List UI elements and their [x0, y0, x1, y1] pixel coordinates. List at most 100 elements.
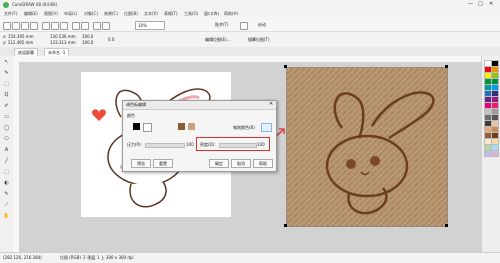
tool-icon[interactable]: ✐ — [3, 103, 10, 109]
cancel-button-label: 取消 — [237, 161, 245, 166]
menu-item[interactable]: 布局(L) — [64, 11, 77, 17]
sketch-bunny — [287, 68, 447, 226]
menu-item[interactable]: 表格(T) — [164, 11, 178, 17]
tool-icon[interactable]: ⬠ — [3, 136, 10, 142]
y-position-field[interactable]: y: 112.495 mm — [3, 40, 33, 45]
zoom-select[interactable]: 10% — [135, 21, 165, 30]
import-icon[interactable] — [93, 22, 101, 30]
pressure-value[interactable]: 100 — [186, 142, 194, 147]
tool-icon[interactable]: ✋ — [3, 213, 10, 219]
redo-icon[interactable] — [81, 22, 89, 30]
color-swatch-black[interactable] — [133, 123, 140, 130]
tool-icon[interactable]: Q — [3, 92, 10, 98]
object-info: 位图 (RGB) 于 图层 1 上 300 x 300 dpi — [60, 255, 134, 260]
palette-swatch[interactable] — [491, 150, 499, 157]
help-button[interactable]: 帮助 — [253, 159, 273, 168]
tool-icon[interactable]: ✎ — [3, 70, 10, 76]
cursor-coordinates: (282.126, 216.384) — [3, 255, 42, 260]
open-icon[interactable] — [12, 22, 20, 30]
menu-item[interactable]: 效果(C) — [104, 11, 118, 17]
menu-item[interactable]: 窗口(W) — [204, 11, 219, 17]
save-icon[interactable] — [21, 22, 29, 30]
color-swatch-white[interactable] — [143, 123, 152, 132]
help-button-label: 帮助 — [259, 161, 267, 166]
tab-welcome-label: 欢迎屏幕 — [18, 50, 34, 55]
menu-item[interactable]: 对象(C) — [84, 11, 98, 17]
menu-item[interactable]: 视图(V) — [44, 11, 58, 17]
color-picker-button[interactable] — [261, 123, 272, 132]
export-icon[interactable] — [102, 22, 110, 30]
preview-button-label: 预览 — [137, 161, 145, 166]
maximize-button[interactable]: □ — [478, 1, 483, 7]
ok-button-label: 确定 — [215, 161, 223, 166]
width-field[interactable]: 130.536 mm — [50, 34, 76, 39]
menu-item[interactable]: 文本(X) — [144, 11, 158, 17]
tool-icon[interactable]: ▭ — [3, 114, 10, 120]
status-bar: (282.126, 216.384) 位图 (RGB) 于 图层 1 上 300… — [0, 252, 500, 263]
brush-color-label: 笔刷颜色(B) — [233, 125, 255, 130]
print-icon[interactable] — [30, 22, 38, 30]
tool-icon[interactable]: ◐ — [3, 180, 10, 186]
trace-bitmap-button[interactable]: 描摹位图(T) — [248, 37, 270, 43]
menu-item[interactable]: 编辑(E) — [24, 11, 38, 17]
undo-icon[interactable] — [72, 22, 80, 30]
selection-handle[interactable] — [284, 224, 287, 227]
reset-button-label: 重置 — [159, 161, 167, 166]
sketched-bitmap[interactable] — [284, 65, 448, 227]
pressure-label: 压力(P): — [127, 142, 142, 147]
paste-icon[interactable] — [60, 22, 68, 30]
preview-button[interactable]: 预览 — [131, 159, 151, 168]
close-button[interactable]: ✕ — [489, 1, 493, 7]
scale-height-field[interactable]: 100.0 — [82, 40, 93, 45]
new-document-icon[interactable] — [3, 22, 11, 30]
property-bar: x: 154.395 mm y: 112.495 mm 130.536 mm 1… — [0, 32, 500, 48]
app-logo-icon — [3, 2, 9, 8]
density-slider[interactable] — [219, 143, 257, 148]
dialog-title-bar: 调色板编辑 ✕ — [123, 101, 276, 110]
brush-dialog: 调色板编辑 ✕ 颜色 笔刷颜色(B) 压力(P): 100 密度(D): 100… — [122, 100, 277, 172]
color-palette — [481, 56, 500, 252]
selection-handle[interactable] — [445, 65, 448, 68]
color-swatch-tan[interactable] — [188, 123, 195, 130]
tab-document[interactable]: 未命名 -1 — [44, 48, 70, 56]
zoom-value: 10% — [138, 23, 147, 28]
minimize-button[interactable]: — — [468, 1, 473, 7]
scale-width-field[interactable]: 100.0 — [82, 34, 93, 39]
toolbox: ↖ ✎ ⬚ Q ✐ ▭ ◯ ⬠ A ╱ ⬚ ◐ ✎ ⟋ ✋ — [0, 56, 14, 252]
rotation-angle-field[interactable]: 0.0 — [108, 37, 114, 42]
height-field[interactable]: 133.313 mm — [50, 40, 76, 45]
reset-button[interactable]: 重置 — [153, 159, 173, 168]
tool-icon[interactable]: ⬚ — [3, 81, 10, 87]
density-value[interactable]: 100 — [257, 142, 265, 147]
selection-handle[interactable] — [445, 224, 448, 227]
launch-button[interactable]: 启动 — [258, 22, 266, 28]
standard-toolbar: 10% 贴齐(T) 启动 — [0, 19, 500, 32]
color-swatch-brown[interactable] — [178, 123, 185, 130]
window-title: CorelDRAW X8 (64-Bit) — [12, 2, 58, 7]
menu-item[interactable]: 帮助(H) — [224, 11, 238, 17]
x-position-field[interactable]: x: 154.395 mm — [3, 34, 34, 39]
tab-document-label: 未命名 -1 — [48, 50, 66, 55]
menu-item[interactable]: 位图(B) — [124, 11, 138, 17]
color-section-label: 颜色 — [127, 113, 135, 118]
copy-icon[interactable] — [51, 22, 59, 30]
pressure-slider[interactable] — [145, 143, 185, 148]
tool-icon[interactable]: ╱ — [3, 158, 10, 164]
tool-icon[interactable]: ⬚ — [3, 169, 10, 175]
edit-bitmap-button[interactable]: 编辑位图(E)... — [205, 37, 230, 43]
tool-icon[interactable]: ✎ — [3, 191, 10, 197]
ok-button[interactable]: 确定 — [209, 159, 229, 168]
menu-item[interactable]: 工具(O) — [184, 11, 198, 17]
tool-icon[interactable]: ⟋ — [3, 202, 10, 208]
dialog-close-icon[interactable]: ✕ — [269, 101, 273, 107]
snap-to-button[interactable]: 贴齐(T) — [215, 22, 229, 28]
settings-icon[interactable] — [240, 22, 248, 30]
tool-icon[interactable]: ◯ — [3, 125, 10, 131]
menu-item[interactable]: 文件(F) — [4, 11, 17, 17]
tab-welcome[interactable]: 欢迎屏幕 — [14, 48, 38, 56]
tool-icon[interactable]: ↖ — [3, 59, 10, 65]
selection-handle[interactable] — [284, 65, 287, 68]
cut-icon[interactable] — [42, 22, 50, 30]
cancel-button[interactable]: 取消 — [231, 159, 251, 168]
tool-icon[interactable]: A — [3, 147, 10, 153]
